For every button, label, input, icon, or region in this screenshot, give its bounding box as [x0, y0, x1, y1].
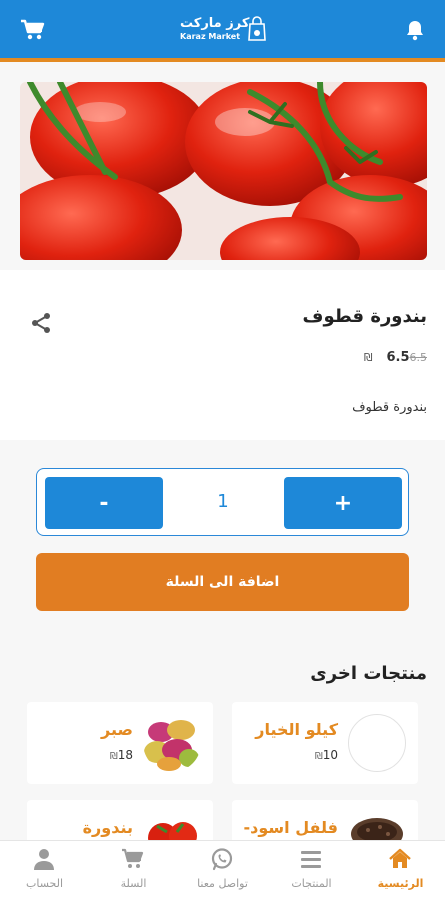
other-products-title: منتجات اخرى [310, 663, 427, 684]
product-card-price: ₪18 [104, 748, 133, 762]
share-icon[interactable] [30, 312, 52, 334]
product-card-name: فلفل اسود- [243, 818, 338, 837]
add-to-cart-button[interactable]: اضافة الى السلة [36, 553, 409, 611]
bottom-navigation: الرئيسية المنتجات تواصل معنا السلة الحسا… [0, 840, 445, 901]
old-price: 6.5 [409, 351, 428, 364]
product-card-currency: ₪ [314, 751, 323, 762]
product-price-row: ₪ 6.56.5 [359, 350, 427, 365]
product-description: بندورة قطوف [352, 400, 427, 415]
product-card-price-value: 10 [322, 748, 338, 762]
nav-products-label: المنتجات [291, 877, 332, 890]
quantity-value: 1 [217, 491, 229, 512]
logo-arabic: كرز ماركت [180, 16, 250, 31]
product-thumbnail [348, 714, 406, 772]
cart-icon [122, 848, 144, 868]
product-title: بندورة قطوف [302, 306, 427, 327]
nav-cart[interactable]: السلة [89, 841, 178, 901]
shopping-bag-icon [248, 16, 266, 41]
cart-icon[interactable] [20, 18, 46, 42]
product-image [20, 82, 427, 260]
app-logo: كرز ماركت Karaz Market [180, 14, 270, 48]
home-icon [389, 848, 411, 868]
product-card-currency: ₪ [109, 751, 118, 762]
user-icon [34, 849, 54, 870]
product-card-price-value: 18 [117, 748, 133, 762]
current-price: 6.5 [386, 350, 410, 365]
decrease-quantity-button[interactable]: - [45, 477, 163, 529]
nav-cart-label: السلة [120, 877, 147, 890]
quantity-stepper: - 1 + [36, 468, 409, 536]
logo-english: Karaz Market [180, 32, 241, 41]
nav-account[interactable]: الحساب [0, 841, 89, 901]
product-thumbnail [143, 714, 201, 772]
nav-contact[interactable]: تواصل معنا [178, 841, 267, 901]
product-card[interactable]: كيلو الخيار ₪10 [232, 702, 418, 784]
menu-list-icon [301, 851, 321, 868]
app-header: كرز ماركت Karaz Market [0, 0, 445, 62]
notification-bell-icon[interactable] [402, 18, 428, 42]
nav-contact-label: تواصل معنا [197, 877, 248, 890]
currency-symbol: ₪ [363, 351, 373, 364]
product-card-name: صبر [101, 720, 133, 739]
nav-products[interactable]: المنتجات [267, 841, 356, 901]
product-card-name: كيلو الخيار [255, 720, 338, 739]
cactus-fruit-image [143, 714, 201, 772]
whatsapp-icon [211, 848, 233, 871]
product-card-price: ₪10 [309, 748, 338, 762]
product-card-name: بندورة [82, 818, 133, 837]
increase-quantity-button[interactable]: + [284, 477, 402, 529]
nav-home[interactable]: الرئيسية [356, 841, 445, 901]
nav-account-label: الحساب [25, 877, 64, 890]
nav-home-label: الرئيسية [377, 877, 424, 890]
tomatoes-image [20, 82, 427, 260]
product-card[interactable]: صبر ₪18 [27, 702, 213, 784]
